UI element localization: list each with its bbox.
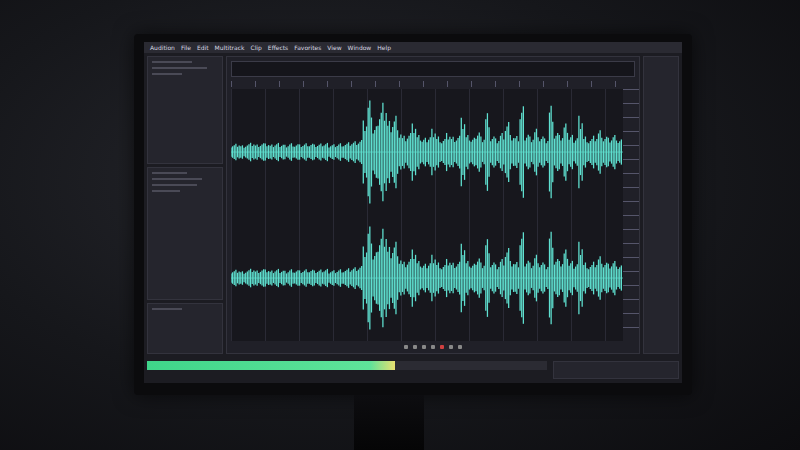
transport-button[interactable] [404,345,408,349]
menu-item[interactable]: Window [348,44,372,52]
menu-bar: Audition File Edit Multitrack Clip Effects Fav… [144,42,682,53]
transport-button[interactable] [422,345,426,349]
menu-item[interactable]: Help [377,44,391,52]
transport-button[interactable] [449,345,453,349]
waveform-view[interactable] [231,89,623,341]
db-scale [623,89,639,341]
monitor-stand [354,395,424,450]
menu-item[interactable]: Edit [197,44,209,52]
menu-item[interactable]: Favorites [294,44,321,52]
transport-button[interactable] [431,345,435,349]
files-panel [147,56,223,164]
menu-item[interactable]: Multitrack [215,44,245,52]
menu-item[interactable]: Effects [268,44,288,52]
audio-editor-screen: Audition File Edit Multitrack Clip Effects Fav… [144,42,682,383]
level-meter [147,361,547,370]
menu-item[interactable]: Clip [251,44,262,52]
transport-button[interactable] [440,345,444,349]
selection-panel [147,303,223,354]
selection-stats [553,361,679,379]
effects-panel [147,167,223,300]
transport-button[interactable] [458,345,462,349]
monitor: Audition File Edit Multitrack Clip Effects Fav… [134,34,692,395]
waveform-editor [226,56,640,354]
transport-bar [227,341,639,353]
menu-item[interactable]: View [327,44,341,52]
menu-item[interactable]: Audition [150,44,175,52]
overview-strip [231,61,635,77]
left-channel-waveform [231,89,623,215]
transport-button[interactable] [413,345,417,349]
right-panel [643,56,679,354]
photo-scene: Audition File Edit Multitrack Clip Effects Fav… [0,0,800,450]
time-ruler [231,81,635,87]
right-channel-waveform [231,215,623,341]
menu-item[interactable]: File [181,44,191,52]
